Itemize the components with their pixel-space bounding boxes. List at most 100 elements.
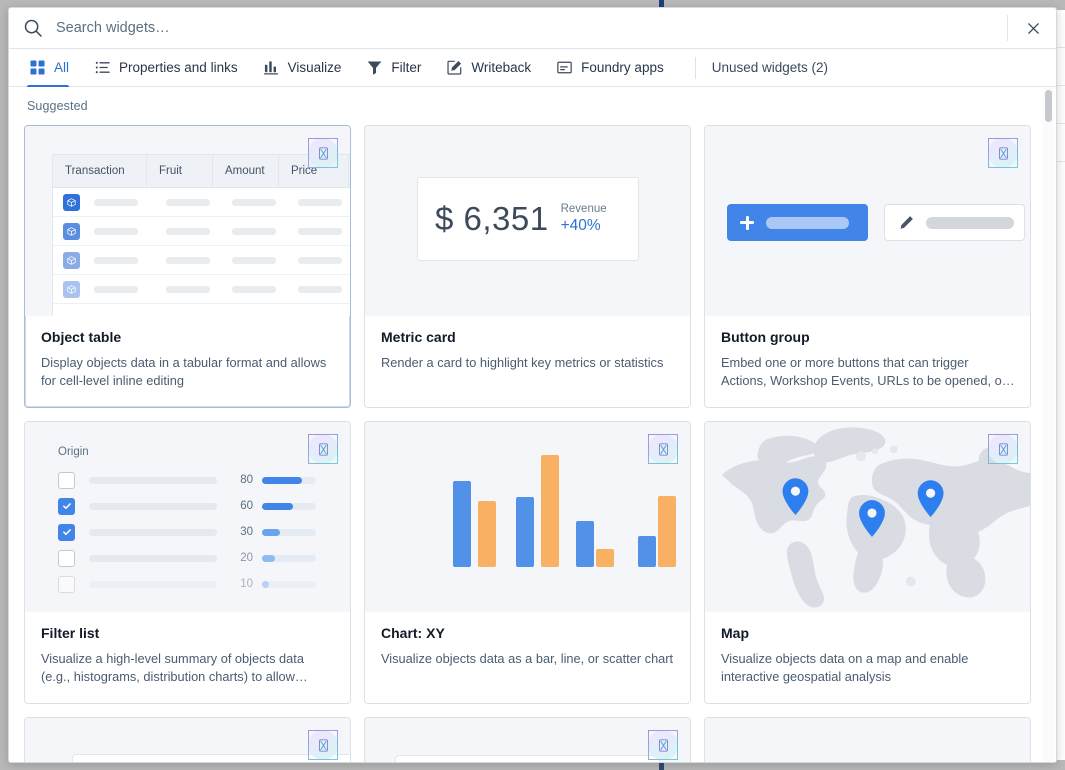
widget-card-partial-2[interactable]	[364, 717, 691, 762]
filter-count: 60	[240, 500, 253, 512]
tab-all[interactable]: All	[27, 49, 80, 88]
button-group-preview	[727, 204, 1025, 241]
filter-row: 60	[58, 493, 332, 519]
widget-card-text: Map Visualize objects data on a map and …	[705, 612, 1030, 685]
button-label-placeholder	[926, 216, 1014, 229]
filter-count: 10	[240, 578, 253, 590]
filter-count: 20	[240, 552, 253, 564]
filter-count: 30	[240, 526, 253, 538]
chart-bar	[658, 496, 676, 567]
widget-title: Button group	[721, 329, 810, 345]
search-input[interactable]	[56, 20, 999, 36]
object-icon	[63, 251, 80, 269]
widget-card-partial-1[interactable]	[24, 717, 351, 762]
chart-bar	[541, 455, 559, 567]
widget-card-grid-partial	[9, 717, 1044, 762]
new-widget-badge	[648, 434, 678, 464]
map-pins	[782, 478, 944, 537]
widget-card-grid: Transaction Fruit Amount Price Object ta…	[9, 113, 1044, 704]
widget-preview	[705, 126, 1030, 316]
section-heading-suggested: Suggested	[27, 99, 88, 113]
widget-card-text: Chart: XY Visualize objects data as a ba…	[365, 612, 690, 668]
filter-row: 10	[58, 571, 332, 597]
close-icon	[1027, 22, 1039, 34]
object-table-preview: Transaction Fruit Amount Price	[52, 154, 350, 316]
table-row	[53, 217, 350, 246]
scrollbar-thumb[interactable]	[1045, 90, 1052, 122]
tab-properties-and-links[interactable]: Properties and links	[92, 49, 249, 87]
checkbox-checked	[58, 497, 75, 515]
widget-card-chart-xy[interactable]: Chart: XY Visualize objects data as a ba…	[364, 421, 691, 704]
tab-writeback[interactable]: Writeback	[444, 49, 542, 87]
tab-label: All	[54, 60, 70, 75]
tab-filter[interactable]: Filter	[364, 49, 432, 87]
table-row	[53, 188, 350, 217]
tab-label: Writeback	[471, 60, 532, 75]
widget-picker-dialog: All Properties and links	[8, 7, 1057, 763]
tab-label: Filter	[391, 60, 422, 75]
filter-count: 80	[240, 474, 253, 486]
widget-card-text: Button group Embed one or more buttons t…	[705, 316, 1030, 389]
filter-name-placeholder	[89, 476, 217, 484]
widget-preview	[705, 718, 1030, 762]
button-label-placeholder	[766, 216, 849, 229]
plus-icon	[740, 215, 754, 230]
search-divider	[1007, 15, 1008, 41]
widget-description: Embed one or more buttons that can trigg…	[721, 355, 1015, 388]
object-icon	[63, 193, 80, 211]
widget-preview: $ 6,351 Revenue +40%	[365, 126, 690, 316]
metric-delta: +40%	[560, 216, 601, 234]
close-button[interactable]	[1014, 13, 1052, 43]
pencil-icon	[900, 216, 913, 229]
new-widget-badge	[308, 730, 338, 760]
filter-row: 20	[58, 545, 332, 571]
new-widget-badge	[308, 434, 338, 464]
widget-card-map[interactable]: Map Visualize objects data on a map and …	[704, 421, 1031, 704]
object-icon	[63, 280, 80, 298]
chart-bar	[596, 549, 614, 567]
tab-visualize[interactable]: Visualize	[261, 49, 353, 87]
tab-label: Properties and links	[119, 60, 238, 75]
checkbox-unchecked	[58, 575, 75, 593]
unused-widgets-button[interactable]: Unused widgets (2)	[712, 60, 828, 75]
list-icon	[94, 59, 111, 76]
chart-bar	[516, 497, 534, 567]
widget-card-metric-card[interactable]: $ 6,351 Revenue +40% Metric card Render …	[364, 125, 691, 408]
scrollbar-track[interactable]	[1043, 87, 1054, 762]
new-widget-badge	[648, 730, 678, 760]
edit-square-icon	[446, 59, 463, 76]
chart-bar	[576, 521, 594, 567]
tab-label: Foundry apps	[581, 60, 664, 75]
chart-bar	[478, 501, 496, 567]
widget-card-filter-list[interactable]: Origin 80 60 30 20 10 Filter list Visual…	[24, 421, 351, 704]
chart-bar	[453, 481, 471, 567]
bar-chart-icon	[263, 59, 280, 76]
table-column-header: Amount	[213, 155, 279, 187]
widget-preview	[365, 422, 690, 612]
widget-description: Visualize objects data as a bar, line, o…	[381, 651, 674, 666]
filter-bar-track	[262, 502, 316, 510]
table-row	[53, 246, 350, 275]
table-row	[53, 275, 350, 304]
widget-title: Metric card	[381, 329, 456, 345]
tab-foundry-apps[interactable]: Foundry apps	[554, 49, 675, 87]
widget-title: Chart: XY	[381, 625, 445, 641]
metric-label: Revenue	[560, 203, 607, 216]
checkbox-unchecked	[58, 549, 75, 567]
search-icon	[23, 18, 43, 38]
preview-secondary-button	[884, 204, 1025, 241]
widget-card-button-group[interactable]: Button group Embed one or more buttons t…	[704, 125, 1031, 408]
checkbox-unchecked	[58, 471, 75, 489]
widget-scroll-region: Suggested Transaction Fruit Amount Price	[9, 87, 1044, 762]
widget-description: Display objects data in a tabular format…	[41, 355, 327, 388]
checkbox-checked	[58, 523, 75, 541]
filter-group-label: Origin	[58, 446, 89, 458]
filter-name-placeholder	[89, 528, 217, 536]
widget-preview	[365, 718, 690, 762]
widget-card-object-table[interactable]: Transaction Fruit Amount Price Object ta…	[24, 125, 351, 408]
table-column-header: Fruit	[147, 155, 213, 187]
widget-description: Visualize objects data on a map and enab…	[721, 651, 969, 684]
new-widget-badge	[308, 138, 338, 168]
widget-title: Filter list	[41, 625, 100, 641]
widget-card-partial-3[interactable]	[704, 717, 1031, 762]
